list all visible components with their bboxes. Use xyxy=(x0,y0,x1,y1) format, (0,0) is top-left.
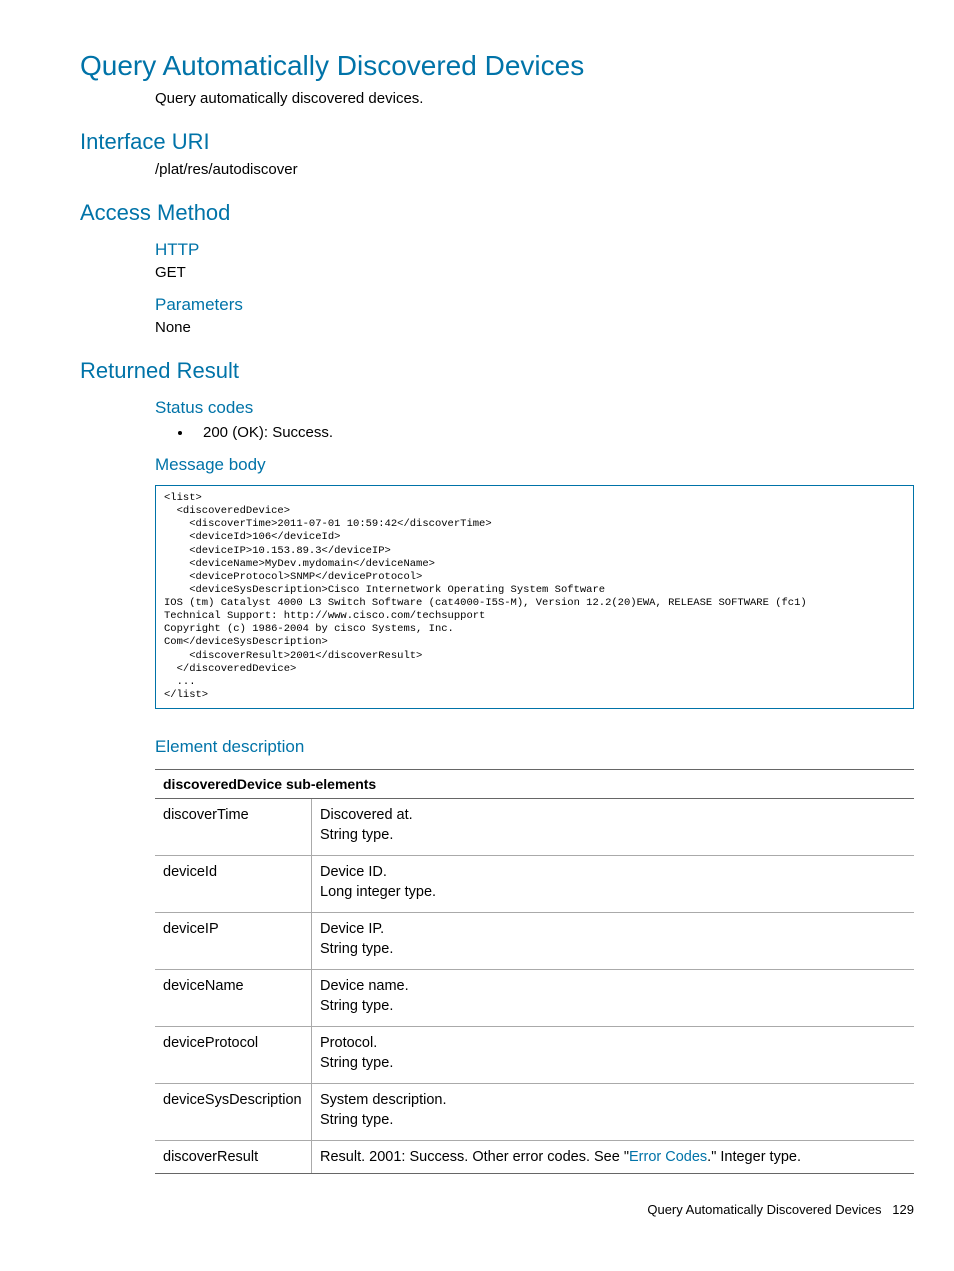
table-row: deviceProtocol Protocol. String type. xyxy=(155,1027,914,1084)
element-description-heading: Element description xyxy=(155,737,914,757)
table-header: discoveredDevice sub-elements xyxy=(155,770,914,799)
table-row: deviceIP Device IP. String type. xyxy=(155,913,914,970)
elem-desc: Device name. String type. xyxy=(312,970,915,1027)
table-row: discoverTime Discovered at. String type. xyxy=(155,799,914,856)
elem-name: deviceProtocol xyxy=(155,1027,312,1084)
status-codes-list: 200 (OK): Success. xyxy=(155,424,914,441)
error-codes-link[interactable]: Error Codes xyxy=(629,1149,707,1165)
elem-desc: System description. String type. xyxy=(312,1084,915,1141)
footer-title: Query Automatically Discovered Devices xyxy=(647,1202,881,1217)
message-body-code: <list> <discoveredDevice> <discoverTime>… xyxy=(155,485,914,709)
elem-name: discoverResult xyxy=(155,1141,312,1174)
elem-name: deviceName xyxy=(155,970,312,1027)
table-row: deviceId Device ID. Long integer type. xyxy=(155,856,914,913)
http-heading: HTTP xyxy=(155,240,914,260)
element-description-table: discoveredDevice sub-elements discoverTi… xyxy=(155,769,914,1174)
elem-name: discoverTime xyxy=(155,799,312,856)
table-row: discoverResult Result. 2001: Success. Ot… xyxy=(155,1141,914,1174)
elem-name: deviceId xyxy=(155,856,312,913)
status-codes-heading: Status codes xyxy=(155,398,914,418)
intro-text: Query automatically discovered devices. xyxy=(155,90,914,107)
elem-desc: Protocol. String type. xyxy=(312,1027,915,1084)
section-access-method-heading: Access Method xyxy=(80,200,914,226)
parameters-heading: Parameters xyxy=(155,295,914,315)
message-body-heading: Message body xyxy=(155,455,914,475)
http-value: GET xyxy=(155,264,914,281)
table-row: deviceSysDescription System description.… xyxy=(155,1084,914,1141)
parameters-value: None xyxy=(155,319,914,336)
elem-name: deviceSysDescription xyxy=(155,1084,312,1141)
page-content: Query Automatically Discovered Devices Q… xyxy=(0,0,954,1247)
page-title: Query Automatically Discovered Devices xyxy=(80,50,914,82)
page-footer: Query Automatically Discovered Devices 1… xyxy=(80,1202,914,1217)
elem-desc: Discovered at. String type. xyxy=(312,799,915,856)
table-header-row: discoveredDevice sub-elements xyxy=(155,770,914,799)
elem-desc: Device ID. Long integer type. xyxy=(312,856,915,913)
elem-desc: Result. 2001: Success. Other error codes… xyxy=(312,1141,915,1174)
section-returned-result-heading: Returned Result xyxy=(80,358,914,384)
section-interface-uri-heading: Interface URI xyxy=(80,129,914,155)
table-row: deviceName Device name. String type. xyxy=(155,970,914,1027)
status-code-item: 200 (OK): Success. xyxy=(193,424,914,441)
interface-uri-value: /plat/res/autodiscover xyxy=(155,161,914,178)
elem-desc: Device IP. String type. xyxy=(312,913,915,970)
elem-name: deviceIP xyxy=(155,913,312,970)
footer-page-number: 129 xyxy=(892,1202,914,1217)
